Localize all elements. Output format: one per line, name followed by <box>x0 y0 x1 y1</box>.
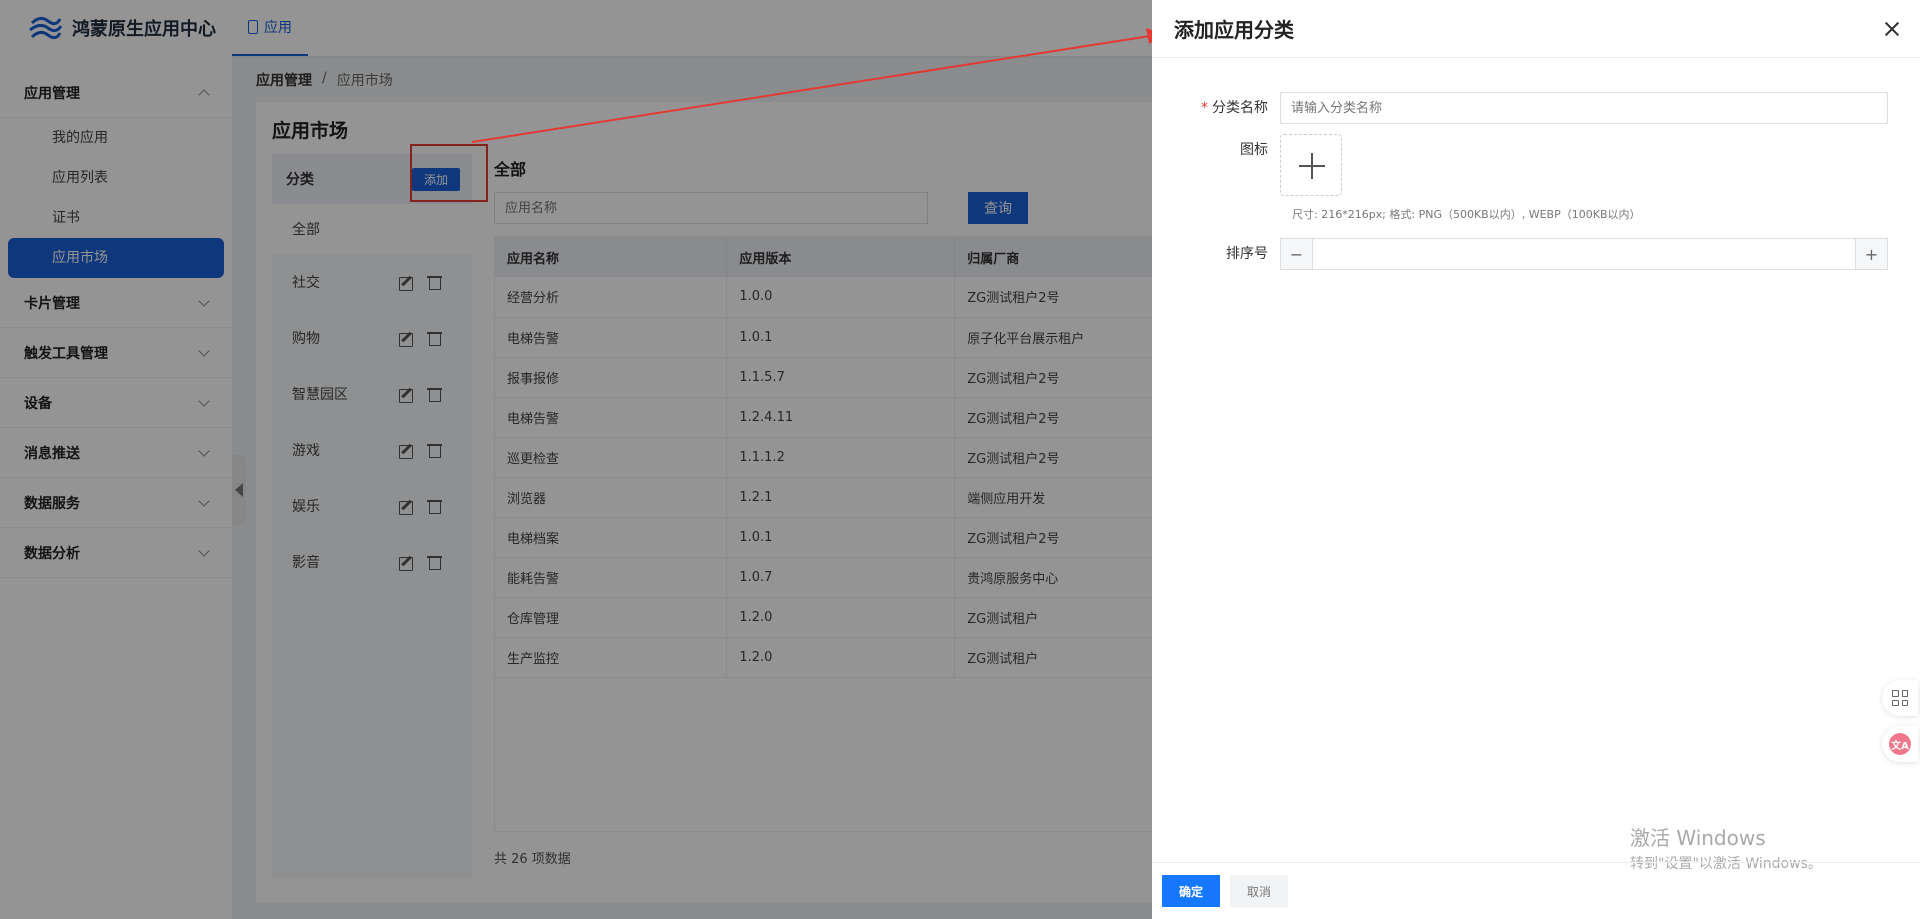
drawer-footer: 确定 取消 <box>1152 862 1920 919</box>
form-row-name: * 分类名称 <box>1152 92 1888 124</box>
icon-label: 图标 <box>1240 142 1268 158</box>
watermark-line1: 激活 Windows <box>1630 826 1766 850</box>
add-category-drawer: 添加应用分类 *分类名称 图标 尺寸: 216*216px; 格式: PNG（5… <box>1152 0 1920 919</box>
icon-upload-plus[interactable] <box>1280 134 1342 196</box>
apps-grid-float-button[interactable] <box>1882 680 1918 716</box>
sort-number-stepper: − + <box>1280 238 1888 270</box>
category-name-input[interactable] <box>1280 92 1888 124</box>
cancel-button[interactable]: 取消 <box>1230 875 1288 907</box>
icon-upload-hint: 尺寸: 216*216px; 格式: PNG（500KB以内）, WEBP（10… <box>1292 208 1641 221</box>
sort-number-input[interactable] <box>1313 239 1855 269</box>
category-name-label-text: 分类名称 <box>1212 100 1268 116</box>
decrement-button[interactable]: − <box>1281 239 1313 269</box>
drawer-header: 添加应用分类 <box>1152 0 1920 58</box>
grid-icon <box>1892 690 1908 706</box>
increment-button[interactable]: + <box>1855 239 1887 269</box>
translate-float-button[interactable]: 文A <box>1882 726 1918 762</box>
confirm-button[interactable]: 确定 <box>1162 875 1220 907</box>
category-name-label: * 分类名称 <box>1152 92 1280 124</box>
translate-icon: 文A <box>1889 733 1911 755</box>
form-row-icon: 图标 <box>1152 134 1342 196</box>
close-icon[interactable] <box>1884 21 1900 37</box>
required-mark: * <box>1201 100 1208 116</box>
drawer-title: 添加应用分类 <box>1174 18 1294 42</box>
form-row-sort: 排序号 − + <box>1152 238 1888 270</box>
sort-number-label: 排序号 <box>1226 246 1268 262</box>
